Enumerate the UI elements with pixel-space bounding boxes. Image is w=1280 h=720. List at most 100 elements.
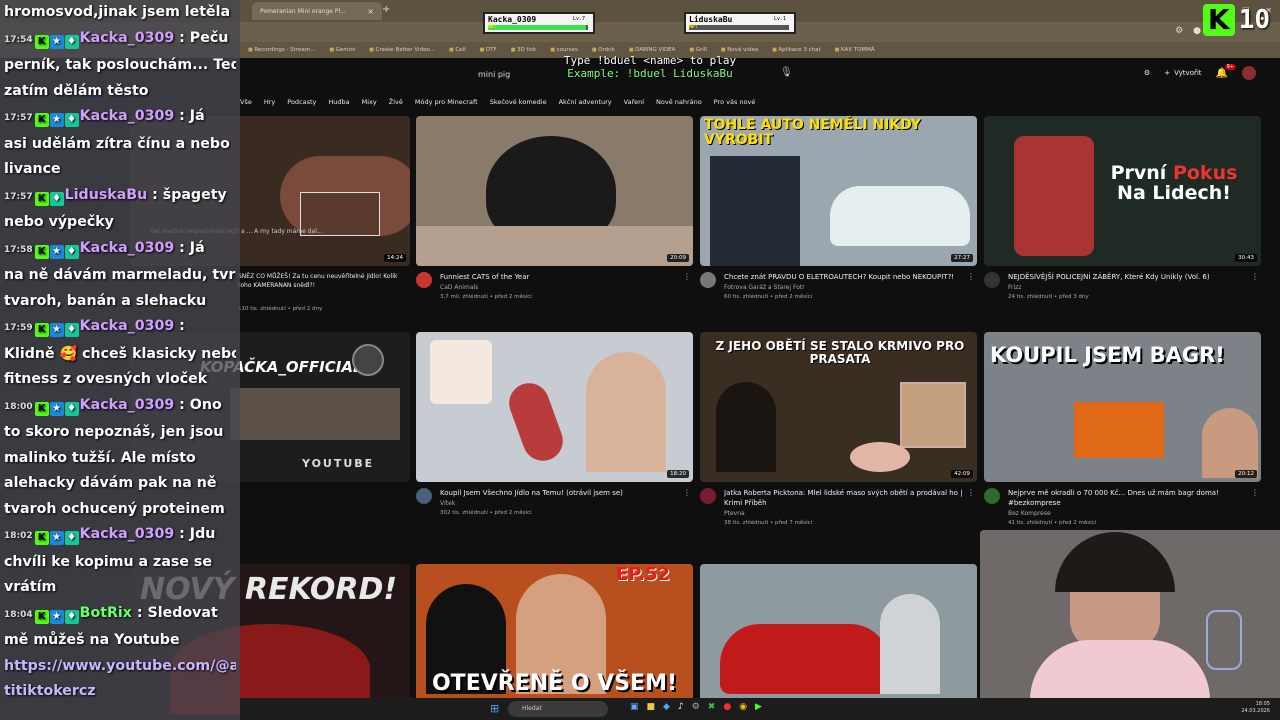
chat-message-text: Peču — [189, 29, 229, 46]
channel-name[interactable]: Vítek — [440, 500, 455, 507]
channel-name[interactable]: Bez Komprese — [1008, 510, 1051, 517]
bookmark-item[interactable]: courses — [550, 47, 578, 53]
category-chip[interactable]: Mixy — [362, 98, 377, 106]
video-title[interactable]: Nejprve mě okradli o 70 000 Kč... Dnes u… — [1008, 488, 1248, 508]
chat-username[interactable]: Kacka_0309 — [80, 397, 175, 413]
bookmark-item[interactable]: Create Better Video... — [369, 47, 435, 53]
chat-message-text: nebo výpečky — [4, 214, 114, 230]
bookmark-item[interactable]: DTF — [480, 47, 497, 53]
chat-username[interactable]: BotRix — [80, 605, 132, 621]
video-title[interactable]: Funniest CATS of the Year — [440, 272, 680, 282]
bell-icon[interactable]: 🔔 9+ — [1216, 63, 1236, 79]
subscriber-badge-icon: ★ — [49, 401, 64, 416]
chat-username[interactable]: Kacka_0309 — [80, 30, 175, 46]
new-tab-icon[interactable]: + — [382, 4, 390, 15]
channel-avatar[interactable] — [984, 272, 1000, 288]
category-chip[interactable]: Nově nahráno — [656, 98, 702, 106]
channel-name[interactable]: Ptevna — [724, 510, 745, 517]
profile-icon[interactable]: ● — [1193, 26, 1201, 36]
video-thumbnail[interactable]: KOUPIL JSEM BAGR! 20:12 — [984, 332, 1261, 482]
channel-avatar[interactable] — [700, 272, 716, 288]
video-stats: 38 tis. zhlédnutí • před 7 měsíci — [724, 520, 813, 526]
close-icon[interactable]: × — [367, 7, 374, 16]
microphone-icon[interactable]: 🎙 — [780, 67, 793, 81]
bookmark-item[interactable]: Grill — [689, 47, 707, 53]
chat-username[interactable]: LiduskaBu — [65, 187, 148, 203]
extensions-icon[interactable]: ⚙ — [1175, 26, 1183, 36]
folder-icon[interactable]: ■ — [647, 702, 656, 712]
chat-message-text: chvíli ke kopimu a zase se — [4, 553, 212, 570]
channel-name[interactable]: Frizz — [1008, 284, 1021, 291]
chrome-icon[interactable]: ◉ — [739, 702, 747, 712]
more-options-icon[interactable]: ⋮ — [683, 272, 691, 281]
more-options-icon[interactable]: ⋮ — [967, 488, 975, 497]
bookmark-item[interactable]: Ordnk — [592, 47, 615, 53]
person-image — [716, 382, 776, 472]
chat-line: 17:54 K ★ ♦ Kacka_0309 : Peču — [4, 26, 236, 54]
windows-start-icon[interactable]: ⊞ — [490, 702, 499, 715]
more-options-icon[interactable]: ⋮ — [967, 272, 975, 281]
category-chip[interactable]: Podcasty — [287, 98, 316, 106]
category-chip[interactable]: Módy pro Minecraft — [415, 98, 478, 106]
settings-icon[interactable]: ⚙ — [692, 702, 700, 712]
bookmark-item[interactable]: Aplikace 3 chat — [772, 47, 820, 53]
create-button[interactable]: + Vytvořit — [1164, 69, 1201, 77]
avatar[interactable] — [1242, 66, 1256, 80]
cast-icon[interactable]: ⚙ — [1144, 69, 1150, 77]
video-title[interactable]: NEJDĚSIVĚJŠÍ POLICEJNÍ ZÁBĚRY, Které Kdy… — [1008, 272, 1248, 282]
video-thumbnail[interactable]: EP.52 OTEVŘENĚ O VŠEM! — [416, 564, 693, 720]
channel-name[interactable]: CaD Animals — [440, 284, 478, 291]
video-title[interactable]: Jatka Roberta Picktona: Mlel lidské maso… — [724, 488, 964, 508]
video-thumbnail[interactable]: 20:09 — [416, 116, 693, 266]
bookmark-item[interactable]: 3D tisk — [511, 47, 536, 53]
category-chip[interactable]: Hudba — [328, 98, 349, 106]
more-options-icon[interactable]: ⋮ — [683, 488, 691, 497]
video-title[interactable]: Koupil Jsem Všechno Jídlo na Temu! (otrá… — [440, 488, 680, 498]
chat-message-text: livance — [4, 161, 61, 177]
chat-message-text: Sledovat — [147, 604, 218, 621]
xbox-icon[interactable]: ✖ — [708, 702, 716, 712]
chat-message-text[interactable]: https://www.youtube.com/@an — [4, 658, 236, 674]
tiktok-icon[interactable]: ♪ — [678, 702, 684, 712]
category-chip[interactable]: Akční adventury — [559, 98, 612, 106]
app-icon[interactable]: ● — [723, 702, 731, 712]
channel-avatar[interactable] — [984, 488, 1000, 504]
channel-name[interactable]: Fotrova Garáž a Starej Fotr — [724, 284, 805, 291]
task-view-icon[interactable]: ▣ — [630, 702, 639, 712]
bookmark-item[interactable]: Recordings - Stream... — [248, 47, 315, 53]
video-thumbnail[interactable]: TOHLE AUTO NEMĚLI NIKDY VYROBIT 27:27 — [700, 116, 977, 266]
kick-app-icon[interactable]: ▶ — [755, 702, 762, 712]
category-chip[interactable]: Pro vás nové — [714, 98, 756, 106]
video-thumbnail[interactable]: 18:20 — [416, 332, 693, 482]
channel-avatar[interactable] — [700, 488, 716, 504]
browser-tab[interactable]: Pomeranian Mini orange Pl... × — [252, 2, 382, 20]
video-thumbnail[interactable]: Z JEHO OBĚTÍ SE STALO KRMIVO PRO PRASATA… — [700, 332, 977, 482]
chat-message-text: asi udělám zítra čínu a nebo — [4, 135, 230, 152]
chat-username[interactable]: Kacka_0309 — [80, 318, 175, 334]
bookmark-item[interactable]: Cell — [449, 47, 465, 53]
category-chip[interactable]: Živě — [389, 98, 403, 106]
store-icon[interactable]: ◆ — [663, 702, 670, 712]
category-chip[interactable]: Vše — [240, 98, 252, 106]
chat-line: 17:58 K ★ ♦ Kacka_0309 : Já — [4, 236, 236, 264]
video-title[interactable]: Chcete znát PRAVDU O ELETROAUTECH? Koupi… — [724, 272, 964, 282]
chat-username[interactable]: Kacka_0309 — [80, 240, 175, 256]
category-chip[interactable]: Hry — [264, 98, 275, 106]
category-chip[interactable]: Vaření — [624, 98, 644, 106]
category-chip[interactable]: Skečové komedie — [490, 98, 547, 106]
bookmark-item[interactable]: Gemini — [329, 47, 356, 53]
more-options-icon[interactable]: ⋮ — [1251, 488, 1259, 497]
chat-username[interactable]: Kacka_0309 — [80, 108, 175, 124]
duel-player1-card: Kacka_0309 Lv.7 HP: — [483, 12, 595, 34]
taskbar-search[interactable]: Hledat — [508, 701, 608, 717]
video-thumbnail[interactable] — [700, 564, 977, 720]
channel-avatar[interactable] — [416, 272, 432, 288]
video-thumbnail[interactable]: První Pokus Na Lidech! 30:43 — [984, 116, 1261, 266]
bookmark-item[interactable]: KAX TOMMÁ — [835, 47, 875, 53]
chat-username[interactable]: Kacka_0309 — [80, 526, 175, 542]
duration-badge: 42:09 — [951, 470, 973, 478]
more-options-icon[interactable]: ⋮ — [1251, 272, 1259, 281]
bookmark-item[interactable]: DABING VIDEA — [629, 47, 675, 53]
bookmark-item[interactable]: Nová videa — [721, 47, 758, 53]
channel-avatar[interactable] — [416, 488, 432, 504]
